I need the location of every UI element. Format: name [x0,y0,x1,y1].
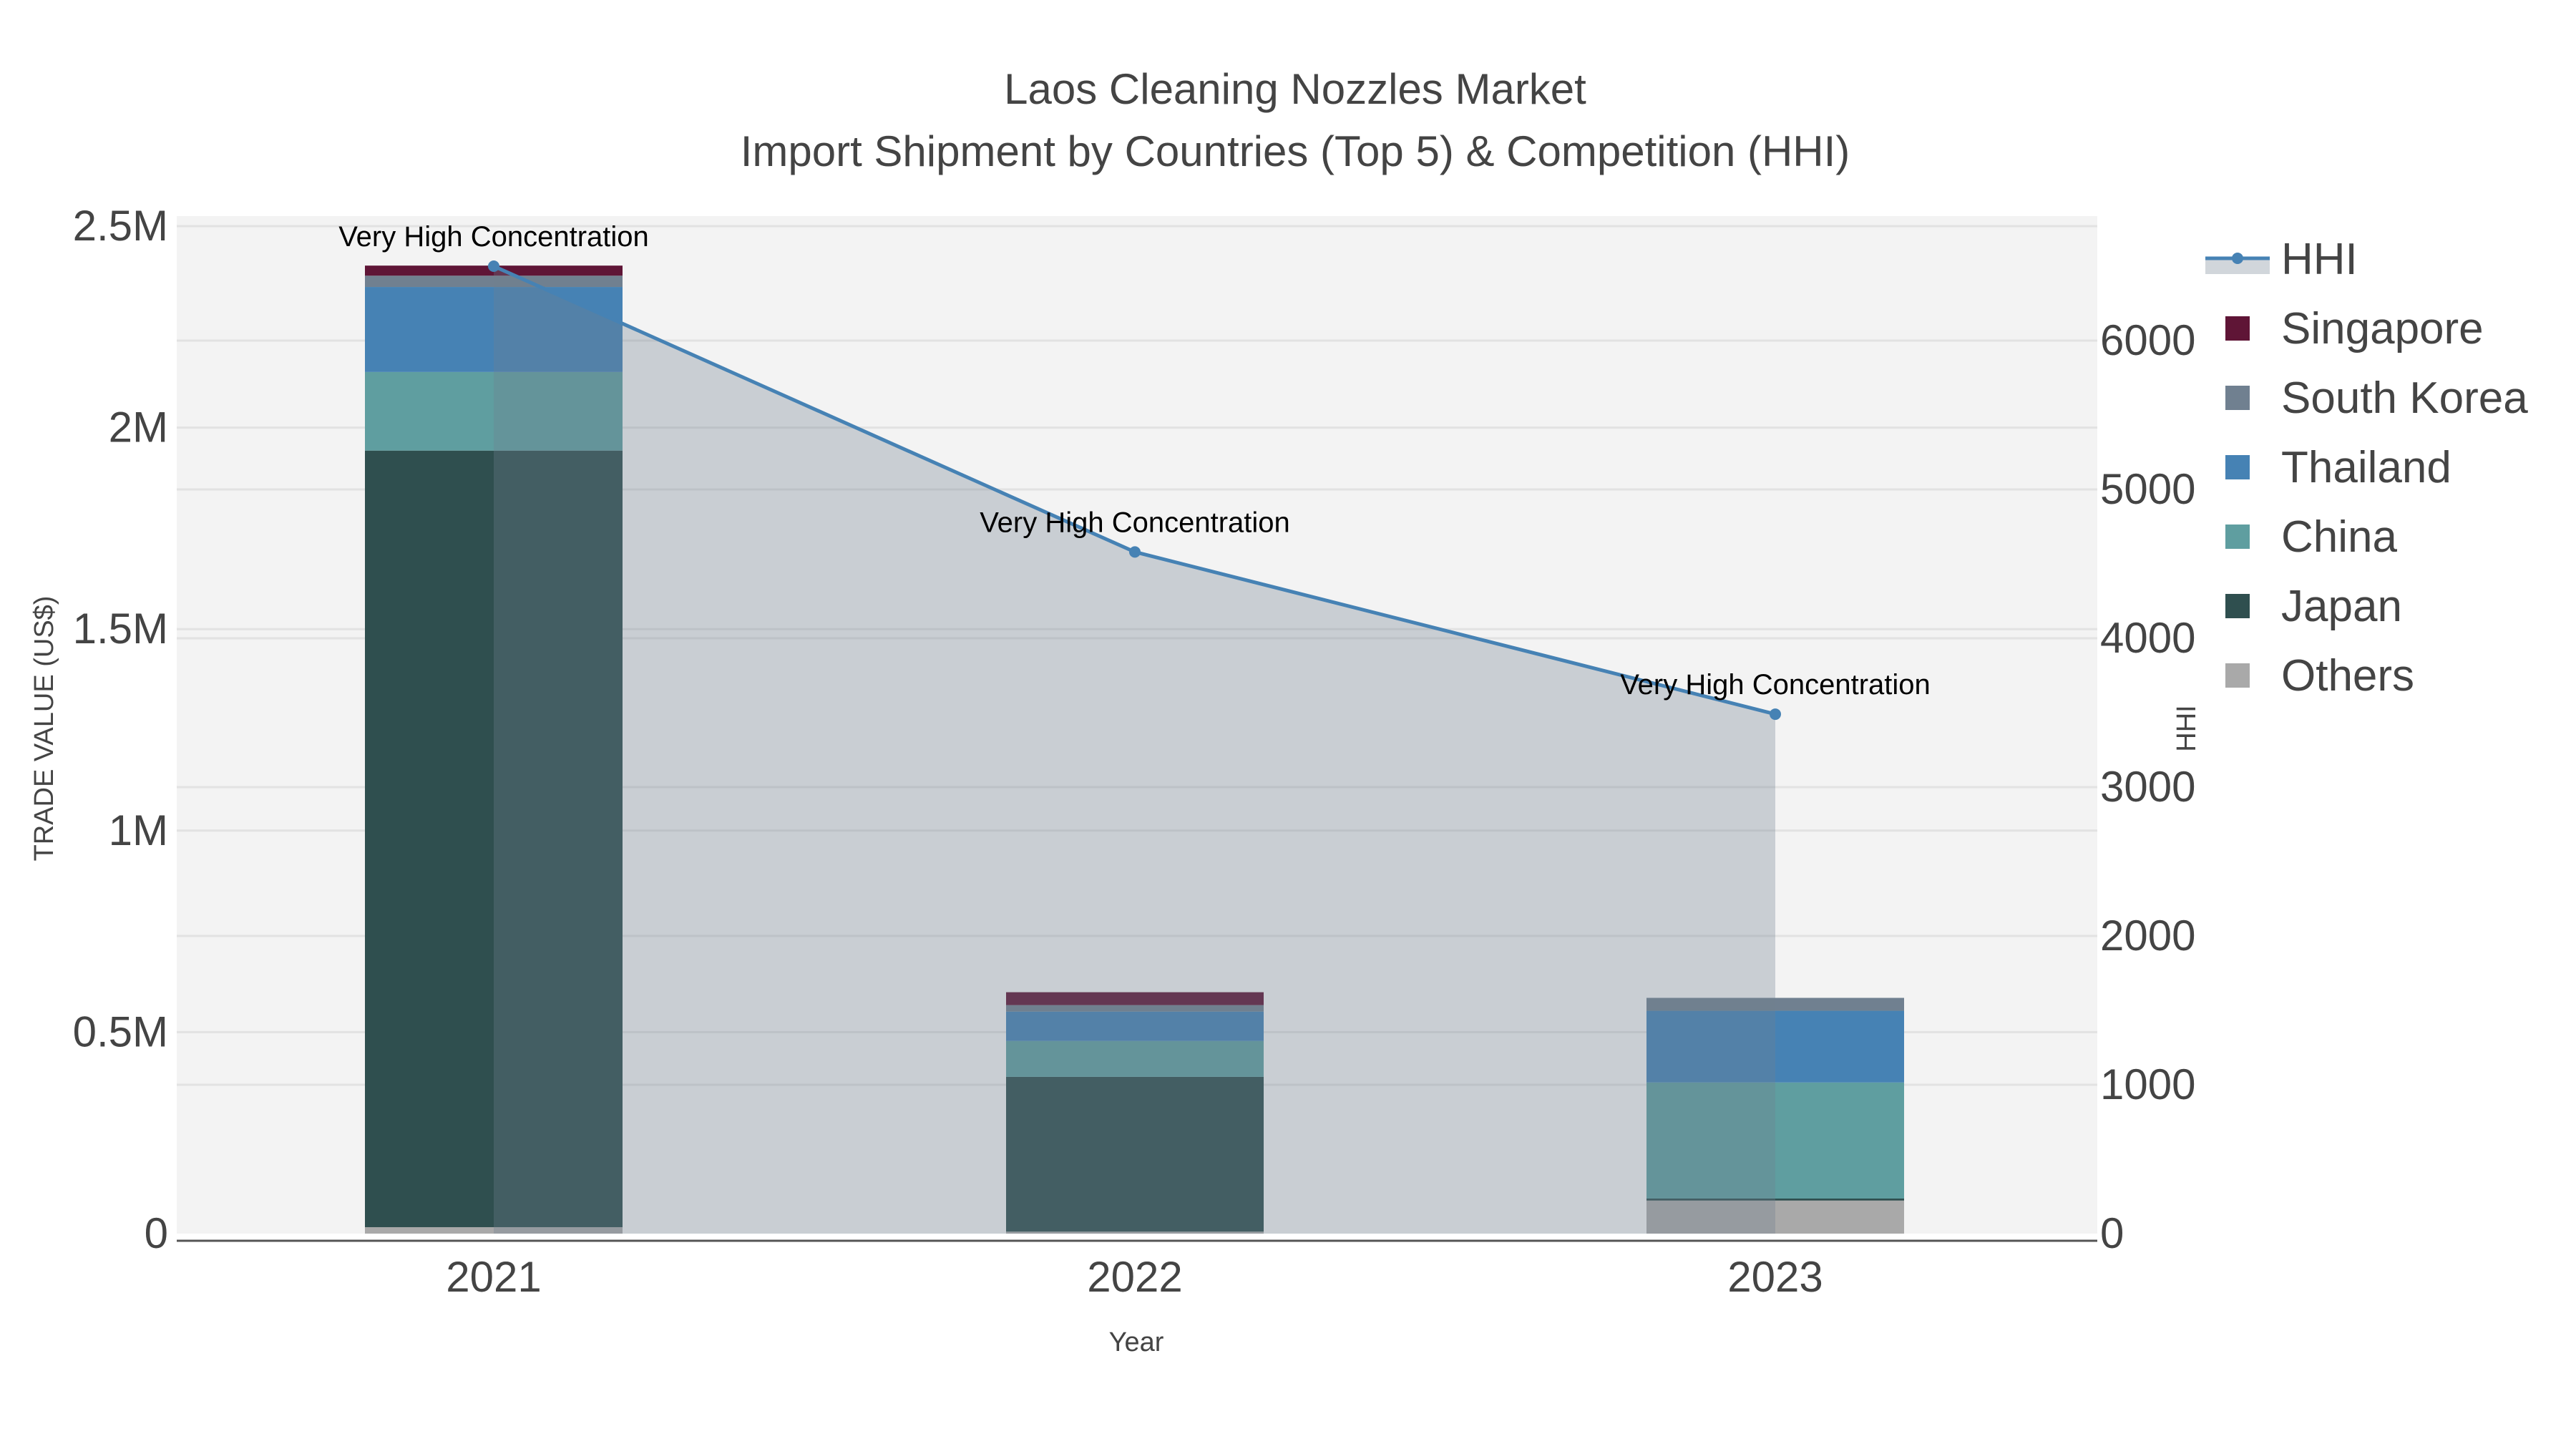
y-tick-label: 0 [145,1209,168,1257]
x-tick-label: 2023 [1727,1253,1823,1301]
hhi-annotation: Very High Concentration [1620,669,1931,701]
legend-swatch-icon [2225,386,2250,410]
legend-swatch-icon [2225,316,2250,341]
legend-item-singapore[interactable]: Singapore [2225,304,2484,353]
y2-tick-label: 6000 [2100,316,2195,364]
legend-label: Singapore [2281,304,2484,353]
legend-item-south-korea[interactable]: South Korea [2225,374,2528,423]
y-tick-label: 2.5M [73,202,168,250]
legend-item-hhi[interactable]: HHI [2205,235,2358,284]
legend-swatch-icon [2225,663,2250,688]
legend-swatch-icon [2225,594,2250,618]
y-tick-label: 2M [109,404,168,452]
y2-tick-label: 5000 [2100,465,2195,513]
x-tick-label: 2022 [1087,1253,1182,1301]
legend-label: Thailand [2281,443,2451,492]
y-axis-title: TRADE VALUE (US$) [29,596,59,862]
y2-tick-label: 4000 [2100,614,2195,662]
y2-axis-title: HHI [2172,705,2202,751]
x-tick-label: 2021 [446,1253,541,1301]
legend-item-thailand[interactable]: Thailand [2225,443,2451,492]
y2-tick-label: 0 [2100,1209,2124,1257]
hhi-annotation: Very High Concentration [338,221,649,253]
legend-swatch-icon [2225,455,2250,479]
y2-tick-label: 3000 [2100,763,2195,811]
chart: Very High Concentration Very High Concent… [29,65,2528,1357]
legend-label: Others [2281,651,2414,701]
legend-item-japan[interactable]: Japan [2225,582,2402,631]
hhi-annotation: Very High Concentration [980,507,1290,538]
legend: HHI Singapore South Korea Thailand China Japa… [2205,235,2528,701]
legend-label: China [2281,512,2398,562]
hhi-point [1129,546,1141,558]
legend-item-china[interactable]: China [2225,512,2398,562]
y2-axis-ticks: 0 1000 2000 3000 4000 5000 6000 [2100,316,2195,1257]
x-axis-title: Year [1109,1327,1164,1357]
hhi-point [488,260,499,272]
chart-subtitle: Import Shipment by Countries (Top 5) & C… [741,127,1850,175]
legend-swatch-icon [2225,525,2250,549]
y-tick-label: 0.5M [73,1008,168,1055]
legend-item-others[interactable]: Others [2225,651,2414,701]
legend-marker-icon [2232,253,2243,264]
legend-label: South Korea [2281,374,2528,423]
y-axis-ticks: 0 0.5M 1M 1.5M 2M 2.5M [73,202,168,1257]
y-tick-label: 1.5M [73,605,168,653]
hhi-point [1770,708,1781,721]
x-axis-ticks: 2021 2022 2023 [446,1253,1823,1301]
y2-tick-label: 1000 [2100,1060,2195,1108]
legend-label: Japan [2281,582,2402,631]
legend-label: HHI [2281,235,2358,284]
y2-tick-label: 2000 [2100,912,2195,960]
chart-title: Laos Cleaning Nozzles Market [1004,65,1586,113]
y-tick-label: 1M [109,806,168,854]
